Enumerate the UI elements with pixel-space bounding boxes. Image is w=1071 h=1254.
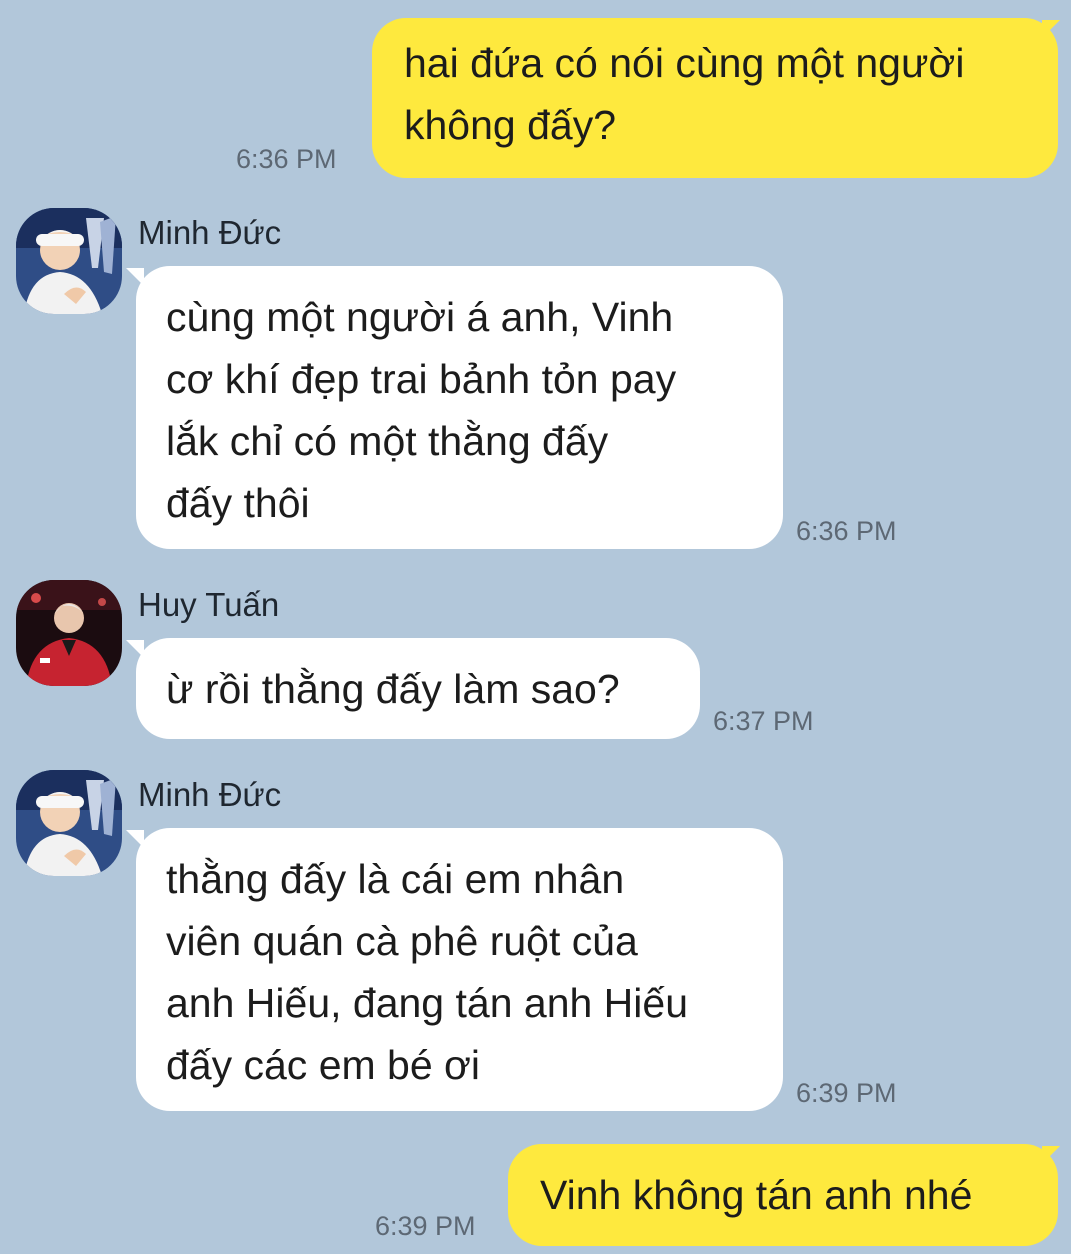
message-timestamp: 6:36 PM	[796, 516, 897, 546]
incoming-message-bubble[interactable]: cùng một người á anh, Vinh cơ khí đẹp tr…	[136, 266, 783, 549]
message-timestamp: 6:36 PM	[236, 144, 337, 174]
huy-tuan-avatar[interactable]	[16, 580, 122, 686]
incoming-message-bubble[interactable]: ừ rồi thằng đấy làm sao?	[136, 638, 700, 739]
incoming-message-bubble[interactable]: thằng đấy là cái em nhân viên quán cà ph…	[136, 828, 783, 1111]
minh-duc-avatar[interactable]	[16, 770, 122, 876]
sender-name: Huy Tuấn	[138, 586, 280, 623]
outgoing-message-bubble[interactable]: hai đứa có nói cùng một người không đấy?	[372, 18, 1058, 178]
message-timestamp: 6:39 PM	[375, 1211, 476, 1241]
sender-name: Minh Đức	[138, 776, 282, 813]
sender-name: Minh Đức	[138, 214, 282, 251]
message-timestamp: 6:39 PM	[796, 1078, 897, 1108]
minh-duc-avatar[interactable]	[16, 208, 122, 314]
outgoing-message-bubble[interactable]: Vinh không tán anh nhé	[508, 1144, 1058, 1246]
message-timestamp: 6:37 PM	[713, 706, 814, 736]
